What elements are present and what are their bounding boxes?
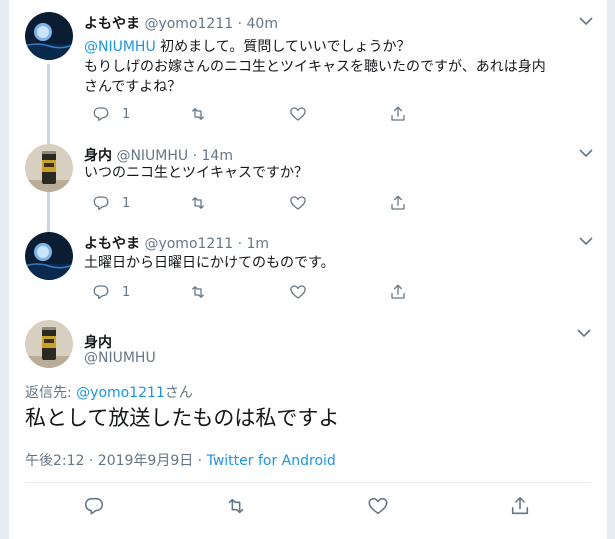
reply-icon [93,107,109,122]
reply-icon [84,497,104,515]
mention-link[interactable]: @NIUMHU [84,39,156,55]
reply-count: 1 [122,106,131,122]
reply-icon [93,285,109,300]
reply-button[interactable]: 1 [92,282,130,302]
chevron-down-icon[interactable] [579,236,593,246]
tweet-2[interactable]: 身内 @NIUMHU · 14m いつのニコ生とツイキャスですか？ 1 [9,136,609,224]
author-name[interactable]: よもやま [84,16,140,32]
author-handle[interactable]: @yomo1211 [144,16,233,32]
author-name[interactable]: 身内 [84,332,112,352]
author-name[interactable]: 身内 [84,148,112,164]
chevron-down-icon[interactable] [577,328,591,338]
thread-line [47,64,50,136]
avatar-yomo[interactable] [25,12,73,60]
share-icon [391,284,405,299]
tweet-actions: 1 [84,282,414,302]
tweet-thread: よもやま @yomo1211 · 40m @NIUMHU 初めまして。質問してい… [8,0,608,539]
share-button[interactable] [389,282,407,302]
retweet-button[interactable] [189,104,207,124]
separator-dot: · [237,16,243,32]
thread-line [47,192,50,224]
tweet-1[interactable]: よもやま @yomo1211 · 40m @NIUMHU 初めまして。質問してい… [9,0,609,136]
focused-tweet-actions [9,496,609,520]
like-button[interactable] [289,104,307,124]
tweet-text: 土曜日から日曜日にかけてのものです。 [84,255,335,271]
tweet-meta: 午後2:12 · 2019年9月9日 · Twitter for Android [25,450,336,470]
retweet-button[interactable] [225,496,247,516]
author-handle[interactable]: @NIUMHU [84,350,156,366]
separator-dot: · [237,236,243,252]
focused-tweet-text: 私として放送したものは私ですよ [25,406,340,430]
divider [25,482,591,483]
like-icon [368,497,388,515]
like-icon [290,107,306,121]
share-icon [391,195,405,210]
reply-button[interactable] [83,496,105,516]
author-handle[interactable]: @NIUMHU [116,148,188,164]
tweet-text: @NIUMHU 初めまして。質問していいでしょうか？ もりしげのお嫁さんのニコ生… [84,39,546,95]
avatar-niumhu[interactable] [25,144,73,192]
retweet-button[interactable] [189,282,207,302]
chevron-down-icon[interactable] [579,148,593,158]
tweet-time[interactable]: 1m [247,236,270,252]
tweet-header: よもやま @yomo1211 · 1m [84,233,269,253]
author-handle[interactable]: @yomo1211 [144,236,233,252]
reply-button[interactable]: 1 [92,193,130,213]
reply-icon [93,196,109,211]
reply-to-mention[interactable]: @yomo1211 [76,385,165,401]
author-name[interactable]: よもやま [84,236,140,252]
tweet-header: 身内 @NIUMHU · 14m [84,145,233,165]
avatar-yomo[interactable] [25,232,73,280]
reply-count: 1 [122,284,131,300]
like-icon [290,285,306,299]
like-button[interactable] [289,282,307,302]
share-button[interactable] [389,193,407,213]
retweet-icon [192,108,204,120]
share-icon [511,496,529,515]
tweet-time[interactable]: 40m [247,16,278,32]
like-button[interactable] [367,496,389,516]
reply-count: 1 [122,195,131,211]
thread-line [47,224,50,232]
tweet-time[interactable]: 14m [202,148,233,164]
tweet-actions: 1 [84,193,414,213]
avatar-niumhu[interactable] [25,320,73,368]
share-button[interactable] [389,104,407,124]
like-icon [290,196,306,210]
share-icon [391,106,405,121]
tweet-3[interactable]: よもやま @yomo1211 · 1m 土曜日から日曜日にかけてのものです。 1 [9,224,609,312]
chevron-down-icon[interactable] [579,16,593,26]
share-button[interactable] [509,496,531,516]
reply-button[interactable]: 1 [92,104,130,124]
retweet-button[interactable] [189,193,207,213]
timestamp[interactable]: 午後2:12 · 2019年9月9日 · [25,453,207,469]
thread-line [47,136,50,144]
separator-dot: · [192,148,198,164]
like-button[interactable] [289,193,307,213]
retweet-icon [192,197,204,209]
tweet-text: いつのニコ生とツイキャスですか？ [84,165,308,181]
reply-to-line: 返信先: @yomo1211さん [25,385,193,401]
retweet-icon [192,286,204,298]
source-link[interactable]: Twitter for Android [207,453,336,469]
tweet-actions: 1 [84,104,414,124]
retweet-icon [228,498,244,514]
tweet-header: よもやま @yomo1211 · 40m [84,13,278,33]
